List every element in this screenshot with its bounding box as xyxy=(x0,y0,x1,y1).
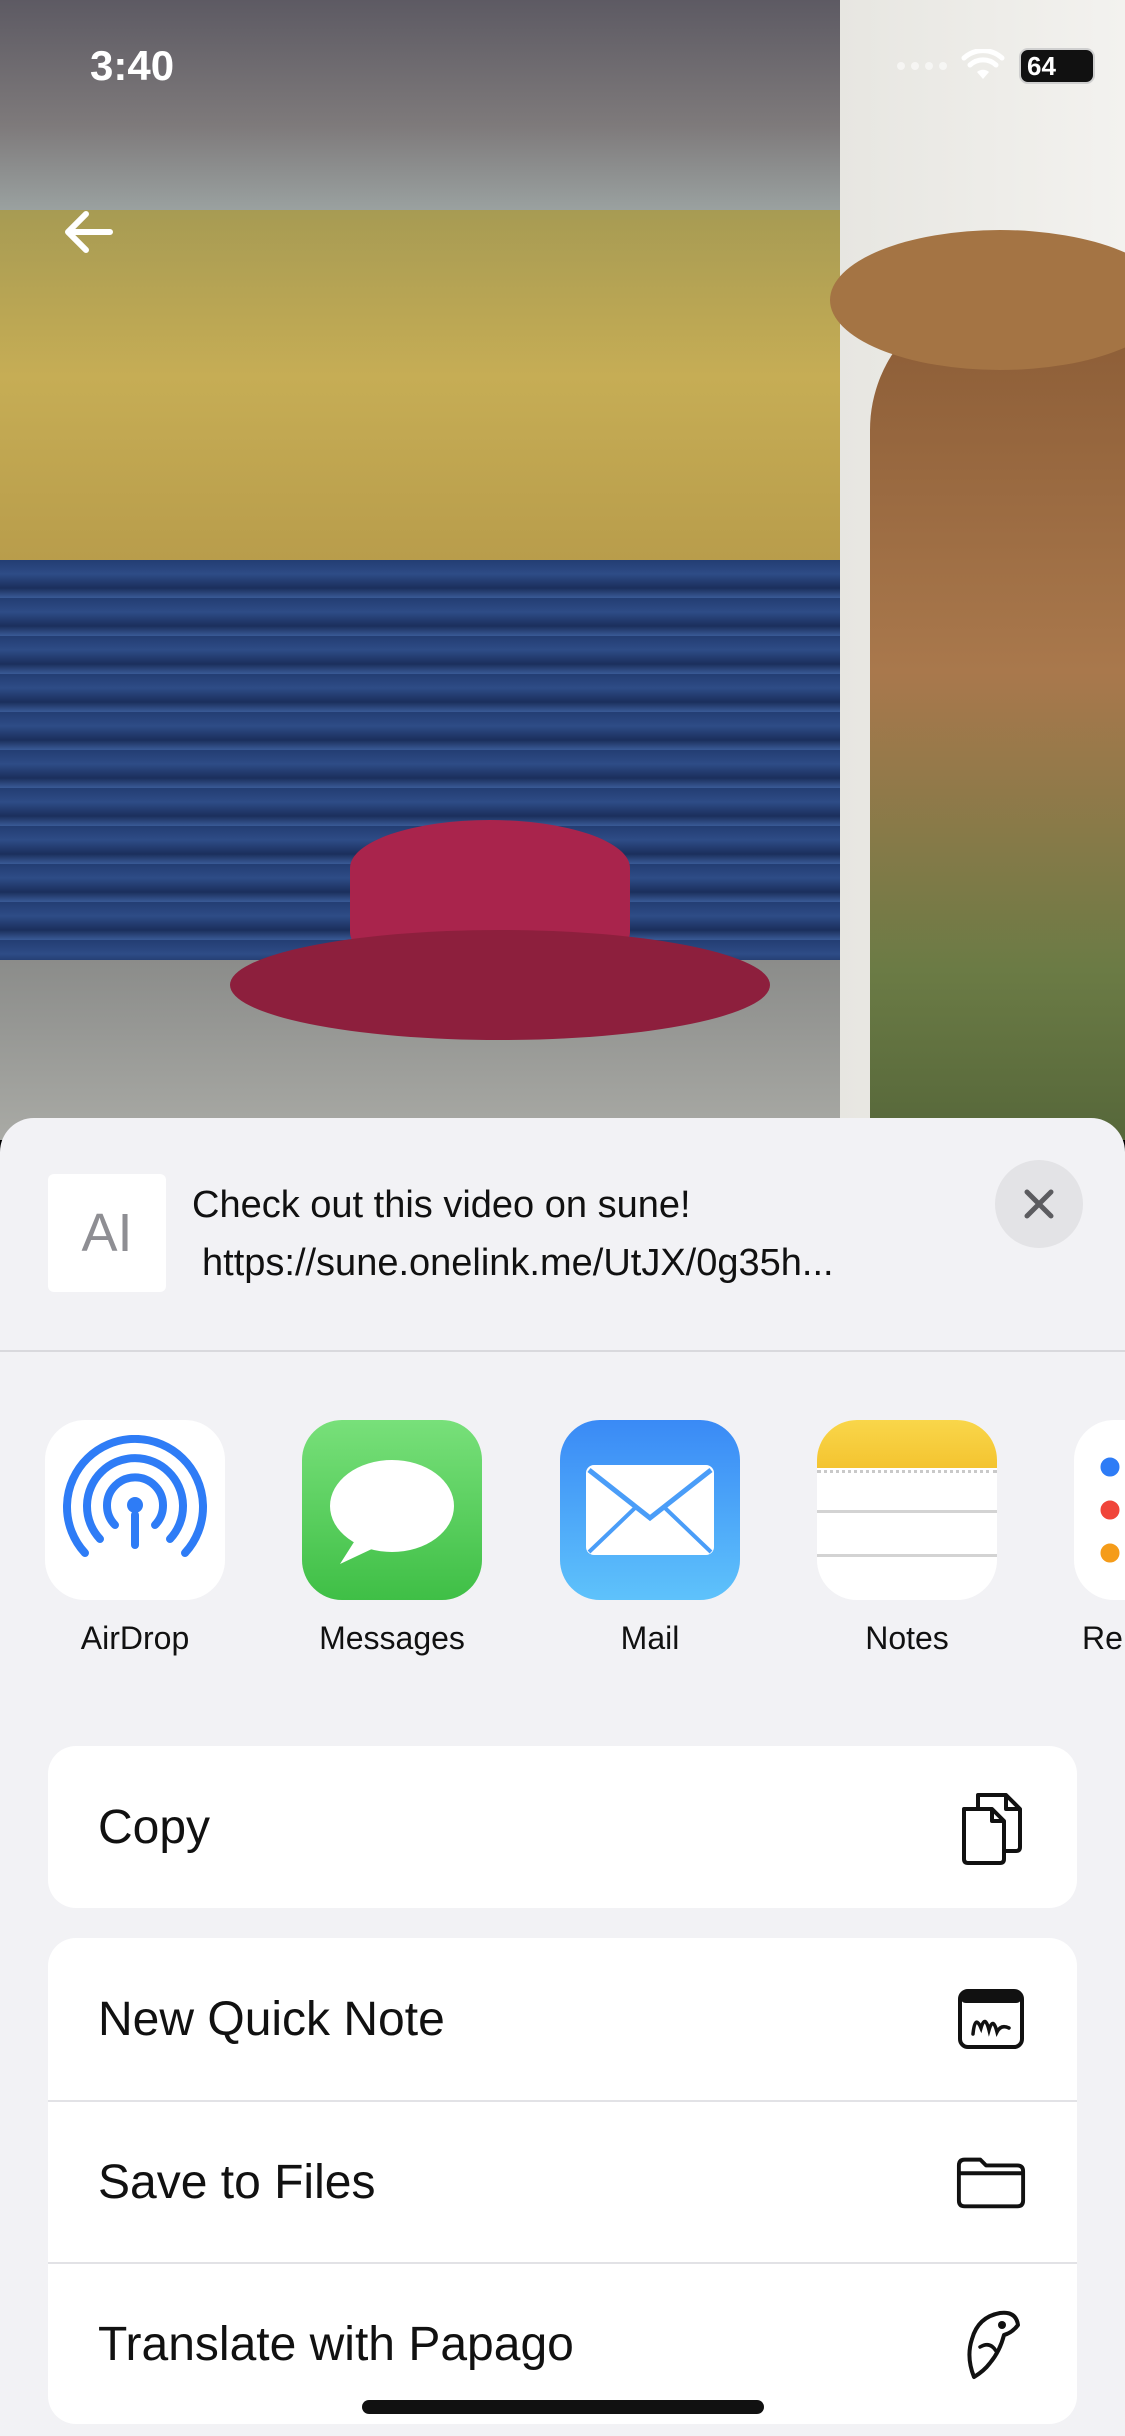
video-hat-brim xyxy=(230,930,770,1040)
close-icon xyxy=(1024,1189,1054,1219)
thumb-glyph: AI xyxy=(81,1203,133,1263)
messages-icon xyxy=(302,1420,482,1600)
arrow-left-icon xyxy=(65,211,113,253)
copy-action[interactable]: Copy xyxy=(48,1746,1077,1908)
actions-group: New Quick Note Save to Files Translate w… xyxy=(48,1938,1077,2424)
video-frame xyxy=(0,0,1125,1140)
back-button[interactable] xyxy=(56,200,120,264)
share-sheet: AI Check out this video on sune! https:/… xyxy=(0,1118,1125,2436)
app-mail[interactable]: Mail xyxy=(560,1420,740,1657)
notes-icon xyxy=(817,1420,997,1600)
video-field xyxy=(0,210,850,580)
app-reminders[interactable]: Rer xyxy=(1074,1420,1125,1657)
app-notes[interactable]: Notes xyxy=(817,1420,997,1657)
app-label: Messages xyxy=(319,1620,465,1656)
copy-icon xyxy=(955,1791,1027,1865)
text-document-icon: AI xyxy=(48,1174,166,1292)
reminders-icon xyxy=(1074,1420,1125,1600)
app-label: AirDrop xyxy=(80,1620,190,1656)
home-indicator xyxy=(362,2400,764,2414)
share-app-row: AirDrop Messages Mail Notes Re xyxy=(0,1420,1125,1680)
app-messages[interactable]: Messages xyxy=(302,1420,482,1657)
app-label: Mail xyxy=(620,1620,680,1656)
cellular-dots-icon xyxy=(897,62,947,70)
status-icons: 64 xyxy=(897,48,1095,84)
new-quick-note-label: New Quick Note xyxy=(98,1992,445,2046)
save-to-files-action[interactable]: Save to Files xyxy=(48,2100,1077,2262)
copy-group: Copy xyxy=(48,1746,1077,1908)
app-airdrop[interactable]: AirDrop xyxy=(45,1420,225,1657)
folder-icon xyxy=(955,2146,1027,2218)
airdrop-icon xyxy=(45,1420,225,1600)
app-label: Rer xyxy=(1082,1620,1125,1656)
share-preview-title: Check out this video on sune! xyxy=(192,1184,691,1226)
close-button[interactable] xyxy=(995,1160,1083,1248)
video-person xyxy=(870,290,1125,1140)
share-preview: AI Check out this video on sune! https:/… xyxy=(0,1118,1125,1352)
translate-papago-label: Translate with Papago xyxy=(98,2317,574,2371)
mail-icon xyxy=(560,1420,740,1600)
new-quick-note-action[interactable]: New Quick Note xyxy=(48,1938,1077,2100)
battery-level: 64 xyxy=(1027,50,1056,81)
battery-icon: 64 xyxy=(1019,48,1095,84)
wifi-icon xyxy=(961,49,1005,79)
copy-label: Copy xyxy=(98,1800,211,1854)
app-label: Notes xyxy=(865,1620,949,1656)
share-preview-url: https://sune.onelink.me/UtJX/0g35h... xyxy=(202,1242,834,1284)
papago-icon xyxy=(955,2308,1027,2380)
video-mountain xyxy=(0,0,850,210)
quick-note-icon xyxy=(955,1983,1027,2055)
save-to-files-label: Save to Files xyxy=(98,2155,376,2209)
status-time: 3:40 xyxy=(90,42,175,89)
